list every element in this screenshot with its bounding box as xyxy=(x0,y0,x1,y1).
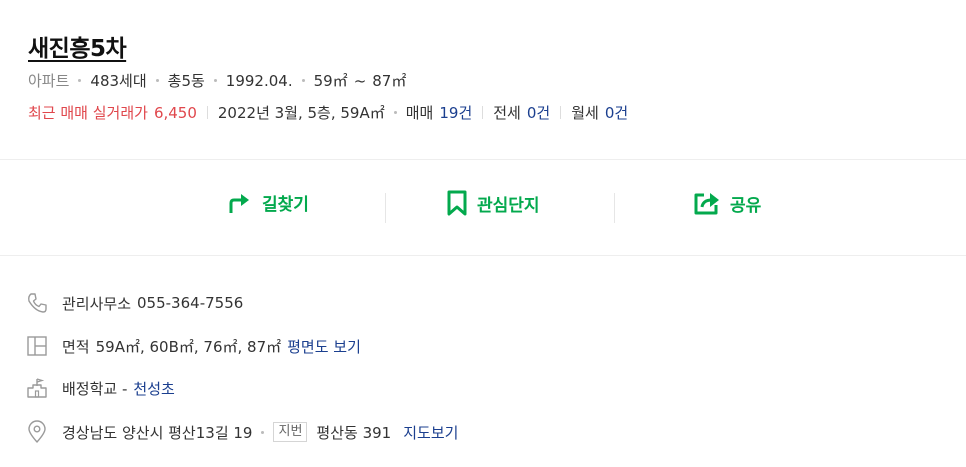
lot-address: 평산동 391 xyxy=(316,423,392,442)
floorplan-icon xyxy=(26,335,48,357)
sale-count-link[interactable]: 19건 xyxy=(439,102,472,123)
recent-trade-detail: 2022년 3월, 5층, 59A㎡ xyxy=(217,104,385,122)
directions-label: 길찾기 xyxy=(262,195,309,215)
divider xyxy=(0,255,966,256)
phone-icon xyxy=(26,292,48,314)
separator xyxy=(206,106,208,119)
monthly-count-link[interactable]: 0건 xyxy=(605,102,628,123)
location-pin-icon xyxy=(26,420,48,443)
monthly-label: 월세 xyxy=(571,104,599,122)
office-label: 관리사무소 xyxy=(62,294,132,313)
favorite-label: 관심단지 xyxy=(477,195,540,216)
separator xyxy=(560,106,562,119)
address-row: 경상남도 양산시 평산13길 19 지번 평산동 391 지도보기 xyxy=(26,420,458,443)
complex-summary: 아파트 483세대 총5동 1992.04. 59㎡ ~ 87㎡ xyxy=(28,70,406,91)
directions-button[interactable]: 길찾기 xyxy=(227,190,309,215)
office-row: 관리사무소 055-364-7556 xyxy=(26,292,243,314)
jeonse-label: 전세 xyxy=(493,104,521,122)
share-label: 공유 xyxy=(730,195,762,216)
trade-summary: 최근 매매 실거래가 6,450 2022년 3월, 5층, 59A㎡ 매매 1… xyxy=(28,102,628,123)
area-values: 59A㎡, 60B㎡, 76㎡, 87㎡ xyxy=(95,337,282,356)
lot-number-tag: 지번 xyxy=(273,422,308,442)
separator-dot xyxy=(213,79,217,82)
separator-dot xyxy=(78,79,82,82)
action-separator xyxy=(614,193,615,223)
road-address: 경상남도 양산시 평산13길 19 xyxy=(62,423,253,442)
bookmark-icon xyxy=(446,190,468,216)
map-link[interactable]: 지도보기 xyxy=(403,422,458,443)
school-icon xyxy=(26,377,48,399)
recent-trade-label: 최근 매매 실거래가 xyxy=(28,104,148,122)
action-separator xyxy=(385,193,386,223)
separator-dot xyxy=(301,79,305,82)
separator-dot xyxy=(155,79,159,82)
school-label: 배정학교 - xyxy=(62,379,128,398)
office-phone[interactable]: 055-364-7556 xyxy=(137,294,243,312)
area-range-tilde: ~ xyxy=(353,71,367,90)
area-label: 면적 xyxy=(62,337,90,356)
jeonse-count-link[interactable]: 0건 xyxy=(527,102,550,123)
approval-date: 1992.04. xyxy=(225,71,293,90)
sale-label: 매매 xyxy=(405,104,434,122)
floorplan-link[interactable]: 평면도 보기 xyxy=(287,336,361,357)
area-row: 면적 59A㎡, 60B㎡, 76㎡, 87㎡ 평면도 보기 xyxy=(26,335,361,357)
recent-trade-price: 6,450 xyxy=(153,103,197,122)
turn-right-arrow-icon xyxy=(227,191,253,215)
action-bar: 길찾기 관심단지 공유 xyxy=(0,160,966,255)
area-max: 87㎡ xyxy=(372,72,407,90)
favorite-button[interactable]: 관심단지 xyxy=(446,190,540,216)
share-icon xyxy=(693,190,721,216)
building-count: 총5동 xyxy=(167,72,205,90)
school-row: 배정학교 - 천성초 xyxy=(26,377,175,399)
school-name-link[interactable]: 천성초 xyxy=(133,378,174,399)
separator xyxy=(482,106,484,119)
complex-type: 아파트 xyxy=(28,72,70,90)
share-button[interactable]: 공유 xyxy=(693,190,761,216)
separator-dot xyxy=(393,111,397,114)
area-min: 59㎡ xyxy=(313,72,348,90)
complex-title: 새진흥5차 xyxy=(28,36,127,62)
separator-dot xyxy=(261,430,265,434)
household-count: 483세대 xyxy=(90,72,147,90)
